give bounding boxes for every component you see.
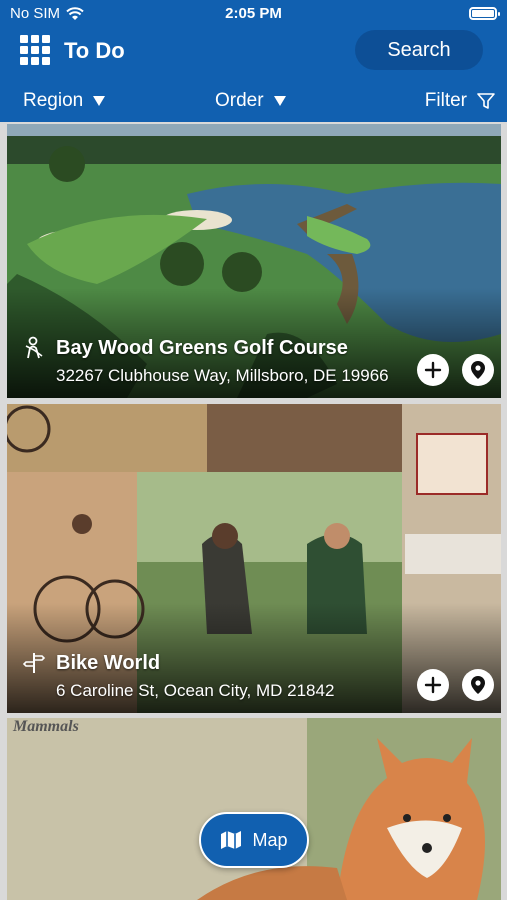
status-bar: No SIM 2:05 PM: [0, 0, 507, 28]
battery-icon: [469, 7, 500, 20]
grid-menu-icon[interactable]: [20, 35, 50, 65]
listing-title: Bay Wood Greens Golf Course: [56, 336, 348, 359]
chevron-down-icon: [273, 96, 286, 106]
map-button-label: Map: [252, 829, 288, 850]
status-time: 2:05 PM: [225, 5, 282, 22]
listing-address: 6 Caroline St, Ocean City, MD 21842: [56, 681, 335, 700]
filter-label: Filter: [424, 90, 467, 111]
listing-title: Bike World: [56, 651, 161, 674]
map-pin-icon: [471, 676, 485, 694]
plus-icon: [424, 361, 442, 379]
brochure-heading: Mammals: [13, 718, 79, 735]
listing-card[interactable]: Bay Wood Greens Golf Course 32267 Clubho…: [7, 124, 501, 398]
filter-bar: Region Order Filter: [0, 84, 507, 122]
filter-button[interactable]: Filter: [425, 90, 495, 112]
folded-map-icon: [221, 831, 242, 849]
map-view-button[interactable]: Map: [199, 812, 309, 868]
chevron-down-icon: [93, 96, 106, 106]
show-on-map-button[interactable]: [462, 354, 494, 386]
funnel-icon: [477, 93, 495, 109]
region-label: Region: [23, 90, 84, 111]
add-to-list-button[interactable]: [417, 669, 449, 701]
listing-address: 32267 Clubhouse Way, Millsboro, DE 19966: [56, 366, 389, 385]
top-nav: To Do Search: [0, 28, 507, 84]
search-button[interactable]: Search: [355, 30, 483, 70]
order-label: Order: [215, 90, 264, 111]
map-pin-icon: [471, 361, 485, 379]
add-to-list-button[interactable]: [417, 354, 449, 386]
wildlife-brochure-photo: [7, 718, 501, 900]
listing-card[interactable]: Bike World 6 Caroline St, Ocean City, MD…: [7, 404, 501, 713]
page-title: To Do: [64, 38, 125, 63]
listing-card[interactable]: Mammals: [7, 718, 501, 900]
plus-icon: [424, 676, 442, 694]
golfer-icon: [25, 336, 43, 359]
region-dropdown[interactable]: Region: [23, 90, 106, 112]
signpost-icon: [22, 653, 46, 673]
show-on-map-button[interactable]: [462, 669, 494, 701]
order-dropdown[interactable]: Order: [215, 90, 286, 112]
